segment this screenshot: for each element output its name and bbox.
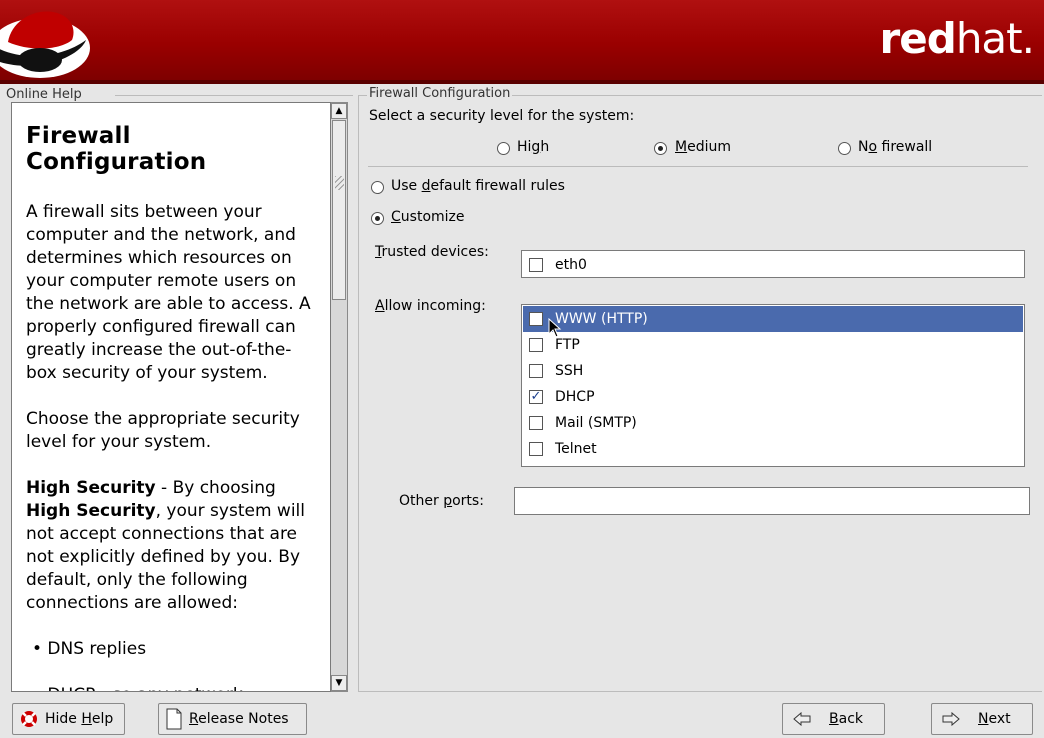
list-item-label: Telnet: [555, 441, 597, 457]
list-item[interactable]: eth0: [523, 252, 1023, 278]
list-item-label: FTP: [555, 337, 580, 353]
help-bullet: • DNS replies: [32, 639, 147, 659]
other-ports-input[interactable]: [514, 487, 1030, 515]
list-item-label: eth0: [555, 257, 587, 273]
arrow-right-icon: [942, 712, 960, 726]
help-paragraph: A firewall sits between your computer an…: [26, 202, 311, 383]
radio-medium-label[interactable]: Medium: [675, 139, 731, 155]
eth0-checkbox[interactable]: [529, 258, 543, 272]
scrollbar-thumb[interactable]: [332, 120, 346, 300]
arrow-left-icon: [793, 712, 811, 726]
help-scrollbar[interactable]: ▲ ▼: [331, 102, 348, 692]
list-item-label: DHCP: [555, 389, 595, 405]
radio-default-rules[interactable]: [371, 181, 384, 194]
grip-icon: [335, 176, 344, 190]
button-label: Release Notes: [189, 711, 289, 727]
back-button[interactable]: Back: [782, 703, 885, 735]
dhcp-checkbox[interactable]: ✓: [529, 390, 543, 404]
list-item-label: SSH: [555, 363, 584, 379]
help-paragraph: Choose the appropriate security level fo…: [26, 409, 300, 452]
trusted-devices-list[interactable]: eth0: [521, 250, 1025, 278]
allow-incoming-label: Allow incoming:: [375, 298, 486, 314]
firewall-frame-label: Firewall Configuration: [367, 86, 513, 101]
list-item[interactable]: Telnet: [523, 436, 1023, 462]
lifebuoy-icon: [19, 709, 39, 729]
list-item[interactable]: SSH: [523, 358, 1023, 384]
radio-no-firewall[interactable]: [838, 142, 851, 155]
document-icon: [165, 708, 183, 730]
help-title: Firewall Configuration: [26, 123, 207, 175]
radio-medium[interactable]: [654, 142, 667, 155]
hide-help-button[interactable]: Hide Help: [12, 703, 125, 735]
security-level-prompt: Select a security level for the system:: [369, 108, 635, 124]
allow-incoming-list[interactable]: WWW (HTTP) FTP SSH ✓ DHCP Mail (SMTP) Te…: [521, 304, 1025, 467]
www-http-checkbox[interactable]: [529, 312, 543, 326]
mail-smtp-checkbox[interactable]: [529, 416, 543, 430]
button-label: Back: [829, 711, 863, 727]
ftp-checkbox[interactable]: [529, 338, 543, 352]
ssh-checkbox[interactable]: [529, 364, 543, 378]
help-text-panel[interactable]: Firewall Configuration A firewall sits b…: [11, 102, 331, 692]
help-frame-label: Online Help: [6, 87, 82, 102]
divider: [115, 95, 353, 96]
trusted-devices-label: Trusted devices:: [375, 244, 489, 260]
button-label: Hide Help: [45, 711, 114, 727]
list-item-label: WWW (HTTP): [555, 311, 648, 327]
next-button[interactable]: Next: [931, 703, 1033, 735]
telnet-checkbox[interactable]: [529, 442, 543, 456]
divider: [368, 166, 1028, 167]
help-bullet: • DHCP - so any network: [32, 684, 318, 691]
radio-customize-label[interactable]: Customize: [391, 209, 465, 225]
radio-customize[interactable]: [371, 212, 384, 225]
button-label: Next: [978, 711, 1011, 727]
radio-high[interactable]: [497, 142, 510, 155]
redhat-wordmark: redhat.: [879, 14, 1035, 63]
radio-high-label[interactable]: High: [517, 139, 549, 155]
list-item[interactable]: ✓ DHCP: [523, 384, 1023, 410]
radio-no-firewall-label[interactable]: No firewall: [858, 139, 932, 155]
scroll-down-arrow-icon[interactable]: ▼: [331, 675, 347, 691]
shadowman-logo-icon: [0, 11, 90, 78]
mouse-pointer-icon: [548, 318, 562, 338]
help-paragraph-high-security: High Security - By choosing High Securit…: [26, 478, 305, 613]
list-item[interactable]: FTP: [523, 332, 1023, 358]
list-item[interactable]: WWW (HTTP): [523, 306, 1023, 332]
radio-default-rules-label[interactable]: Use default firewall rules: [391, 178, 565, 194]
scroll-up-arrow-icon[interactable]: ▲: [331, 103, 347, 119]
other-ports-label: Other ports:: [399, 493, 484, 509]
list-item[interactable]: Mail (SMTP): [523, 410, 1023, 436]
header-banner: redhat.: [0, 0, 1044, 84]
release-notes-button[interactable]: Release Notes: [158, 703, 307, 735]
list-item-label: Mail (SMTP): [555, 415, 637, 431]
